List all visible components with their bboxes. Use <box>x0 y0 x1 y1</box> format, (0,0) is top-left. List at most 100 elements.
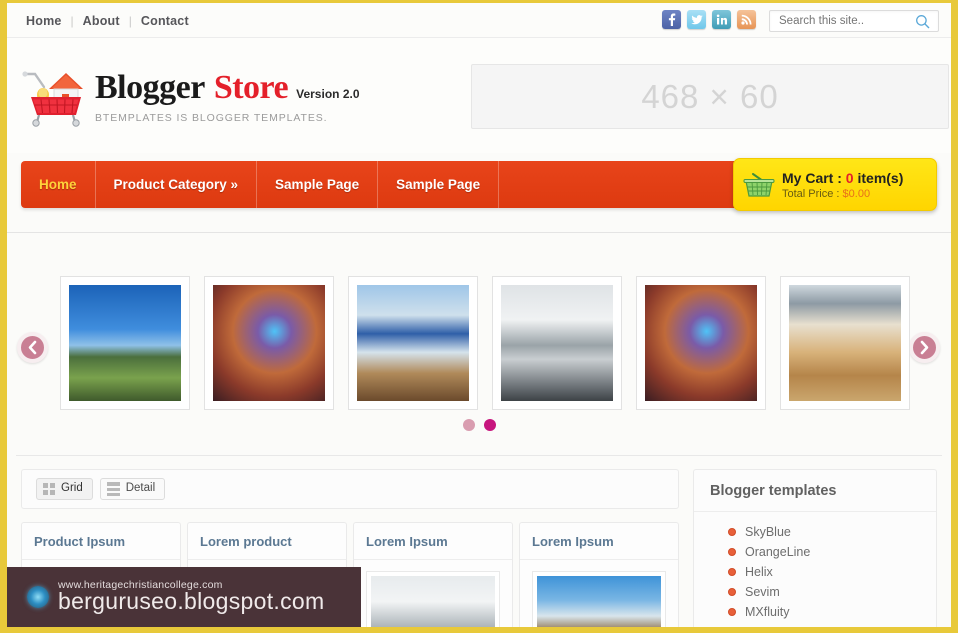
cart-unit: item(s) <box>853 169 904 186</box>
logo-word-blogger: Blogger <box>95 69 205 106</box>
shopping-cart-house-icon <box>21 65 89 127</box>
content-divider <box>16 455 942 456</box>
top-nav: Home | About | Contact <box>26 14 189 28</box>
cart-label: My Cart : <box>782 169 846 186</box>
logo-word-store: Store <box>213 69 289 106</box>
top-bar: Home | About | Contact <box>7 3 951 38</box>
top-nav-item-contact[interactable]: Contact <box>141 14 189 28</box>
carousel-slide[interactable] <box>492 276 622 410</box>
sidebar-item-helix[interactable]: Helix <box>694 562 936 582</box>
bullet-icon <box>728 608 736 616</box>
banner-ad-placeholder[interactable]: 468 × 60 <box>471 64 949 129</box>
sidebar-item-skyblue[interactable]: SkyBlue <box>694 522 936 542</box>
sidebar-item-orangeline[interactable]: OrangeLine <box>694 542 936 562</box>
search-input[interactable] <box>779 11 904 31</box>
product-image-frame <box>532 571 666 627</box>
widget-list: SkyBlue OrangeLine Helix Sevim MXfluity <box>694 512 936 627</box>
detail-list-icon <box>106 482 120 496</box>
site-header: Blogger Store Version 2.0 BTEMPLATES IS … <box>7 38 951 153</box>
carousel-dot-2[interactable] <box>483 419 496 431</box>
sidebar-item-sevim[interactable]: Sevim <box>694 582 936 602</box>
product-image-wrap <box>520 560 678 627</box>
carousel-image-snowy-reflection <box>501 285 613 401</box>
search-icon[interactable] <box>915 14 930 34</box>
page-root: Home | About | Contact Search this site.… <box>0 0 958 633</box>
carousel-image-nebula <box>213 285 325 401</box>
watermark-text-block: www.heritagechristiancollege.com berguru… <box>58 579 324 615</box>
product-thumb-blue-glacier <box>537 576 661 627</box>
cart-count-line: My Cart : 0 item(s) <box>782 170 903 186</box>
grid-view-label: Grid <box>61 482 83 495</box>
carousel-slide[interactable] <box>780 276 910 410</box>
carousel-slide[interactable] <box>636 276 766 410</box>
product-thumb-snowy-mountain <box>371 576 495 627</box>
bullet-icon <box>728 548 736 556</box>
glowing-dot-icon <box>27 586 49 608</box>
product-title[interactable]: Lorem Ipsum <box>520 523 678 560</box>
sidebar-item-label[interactable]: MXfluity <box>745 605 789 619</box>
bullet-icon <box>728 528 736 536</box>
bullet-icon <box>728 568 736 576</box>
watermark-big-text: berguruseo.blogspot.com <box>58 588 325 614</box>
main-nav-label[interactable]: Sample Page <box>275 177 359 192</box>
featured-carousel <box>7 243 951 448</box>
carousel-slides <box>60 276 910 410</box>
main-nav-item-home[interactable]: Home <box>21 161 96 208</box>
cart-total-line: Total Price : $0.00 <box>782 188 903 200</box>
cart-count: 0 <box>845 169 854 186</box>
detail-view-button[interactable]: Detail <box>99 478 166 500</box>
carousel-next-button[interactable] <box>909 332 940 363</box>
watermark-overlay: www.heritagechristiancollege.com berguru… <box>7 567 361 627</box>
cart-widget[interactable]: My Cart : 0 item(s) Total Price : $0.00 <box>733 158 937 211</box>
main-nav-item-product-category[interactable]: Product Category » <box>96 161 258 208</box>
logo-text-block: Blogger Store Version 2.0 BTEMPLATES IS … <box>95 59 360 124</box>
search-box[interactable] <box>769 10 939 32</box>
top-nav-separator: | <box>70 14 74 28</box>
product-title[interactable]: Lorem Ipsum <box>354 523 512 560</box>
carousel-prev-button[interactable] <box>17 332 48 363</box>
main-nav-label[interactable]: Home <box>39 177 77 192</box>
facebook-icon[interactable] <box>662 10 681 29</box>
sidebar-item-mxfluity[interactable]: MXfluity <box>694 602 936 622</box>
main-nav-label[interactable]: Product Category » <box>114 177 239 192</box>
main-nav-item-sample-page-2[interactable]: Sample Page <box>378 161 500 208</box>
linkedin-icon[interactable] <box>712 10 731 29</box>
top-nav-item-about[interactable]: About <box>83 14 120 28</box>
bullet-icon <box>728 588 736 596</box>
sidebar-item-label[interactable]: OrangeLine <box>745 545 810 559</box>
product-card[interactable]: Lorem Ipsum <box>353 522 513 627</box>
carousel-slide[interactable] <box>348 276 478 410</box>
header-divider <box>7 232 951 233</box>
sidebar-item-label[interactable]: Helix <box>745 565 773 579</box>
product-title[interactable]: Product Ipsum <box>22 523 180 560</box>
banner-ad-size-label: 468 × 60 <box>641 77 779 115</box>
carousel-image-mountain-field <box>69 285 181 401</box>
cart-total-value: $0.00 <box>842 187 871 200</box>
grid-view-button[interactable]: Grid <box>36 478 93 500</box>
site-logo[interactable]: Blogger Store Version 2.0 BTEMPLATES IS … <box>21 59 360 127</box>
product-card[interactable]: Lorem Ipsum <box>519 522 679 627</box>
logo-tagline: BTEMPLATES IS BLOGGER TEMPLATES. <box>95 112 328 124</box>
grid-icon <box>43 483 55 495</box>
rss-icon[interactable] <box>737 10 756 29</box>
product-image-frame <box>366 571 500 627</box>
carousel-pagination <box>7 419 951 431</box>
carousel-slide[interactable] <box>204 276 334 410</box>
logo-version: Version 2.0 <box>296 87 360 101</box>
widget-title: Blogger templates <box>694 470 936 512</box>
sidebar-item-label[interactable]: SkyBlue <box>745 525 791 539</box>
top-nav-separator: | <box>128 14 132 28</box>
logo-title: Blogger Store Version 2.0 <box>95 69 360 107</box>
product-title[interactable]: Lorem product <box>188 523 346 560</box>
carousel-dot-1[interactable] <box>462 419 475 431</box>
twitter-icon[interactable] <box>687 10 706 29</box>
main-nav-item-sample-page-1[interactable]: Sample Page <box>257 161 379 208</box>
social-links <box>662 10 756 29</box>
carousel-image-hot-spring <box>789 285 901 401</box>
sidebar-item-label[interactable]: Sevim <box>745 585 780 599</box>
shopping-basket-icon <box>743 171 775 199</box>
main-nav-label[interactable]: Sample Page <box>396 177 480 192</box>
carousel-image-nebula <box>645 285 757 401</box>
top-nav-item-home[interactable]: Home <box>26 14 62 28</box>
carousel-slide[interactable] <box>60 276 190 410</box>
